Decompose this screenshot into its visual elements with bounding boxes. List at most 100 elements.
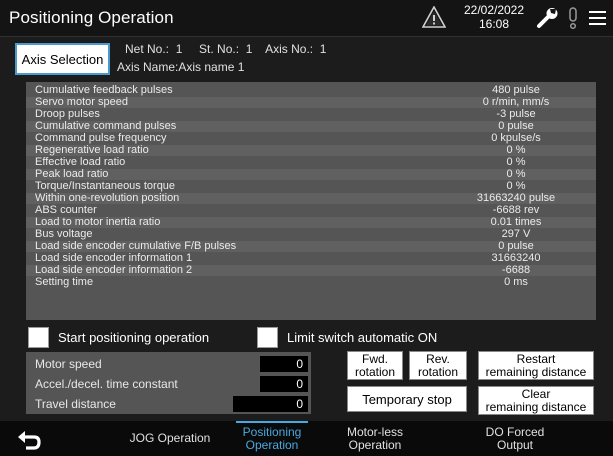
monitor-row: Load side encoder information 2 -6688 <box>26 265 596 276</box>
monitor-value: 0.01 times <box>490 216 542 228</box>
monitor-row: Regenerative load ratio 0 % <box>26 145 596 156</box>
monitor-row: Servo motor speed 0 r/min, mm/s <box>26 97 596 108</box>
alarm-icon[interactable] <box>566 6 580 30</box>
travel-row: Travel distance 0 <box>26 394 311 414</box>
monitor-value: -3 pulse <box>496 108 536 120</box>
monitor-row: Effective load ratio 0 % <box>26 157 596 168</box>
bottom-nav: JOG Operation Positioning Operation Moto… <box>0 421 613 456</box>
monitor-label: Load side encoder information 1 <box>35 252 193 264</box>
monitor-value: -6688 <box>501 264 531 276</box>
fwd-rotation-button[interactable]: Fwd. rotation <box>347 351 403 380</box>
clear-line1: Clear <box>521 386 551 401</box>
monitor-row: Command pulse frequency 0 kpulse/s <box>26 133 596 144</box>
monitor-value: 0 pulse <box>498 240 534 252</box>
limit-switch-checkbox[interactable] <box>257 327 278 348</box>
monitor-label: Droop pulses <box>35 108 100 120</box>
monitor-value: -6688 rev <box>492 204 540 216</box>
temporary-stop-button[interactable]: Temporary stop <box>347 386 467 412</box>
monitor-label: Command pulse frequency <box>35 132 167 144</box>
st-no-value: 1 <box>245 42 253 56</box>
monitor-value: 0 ms <box>504 276 528 288</box>
monitor-row: ABS counter -6688 rev <box>26 205 596 216</box>
axis-name-label: Axis Name: <box>117 60 179 74</box>
monitor-row: Droop pulses -3 pulse <box>26 109 596 120</box>
fwd-line1: Fwd. <box>361 351 388 366</box>
monitor-value: 297 V <box>501 228 531 240</box>
monitor-row: Cumulative command pulses 0 pulse <box>26 121 596 132</box>
monitor-value: 0 r/min, mm/s <box>482 96 550 108</box>
tab-motorless-line2: Operation <box>348 437 402 452</box>
monitor-label: Cumulative feedback pulses <box>35 84 173 96</box>
monitor-row: Bus voltage 297 V <box>26 229 596 240</box>
clear-line2: remaining distance <box>485 399 587 414</box>
monitor-label: Setting time <box>35 276 94 288</box>
monitor-label: Load to motor inertia ratio <box>35 216 161 228</box>
monitor-value: 0 % <box>506 156 526 168</box>
axis-name: Axis Name:Axis name 1 <box>117 60 244 74</box>
monitor-value: 0 % <box>506 144 526 156</box>
monitor-value: 31663240 <box>491 252 541 264</box>
travel-input[interactable]: 0 <box>233 396 308 412</box>
header-bar: Positioning Operation 22/02/2022 16:08 <box>0 0 613 37</box>
accel-row: Accel./decel. time constant 0 <box>26 374 311 394</box>
net-no-label: Net No.: <box>125 42 170 56</box>
restart-remaining-distance-button[interactable]: Restart remaining distance <box>478 351 594 380</box>
date-text: 22/02/2022 <box>463 3 525 17</box>
monitor-label: Load side encoder cumulative F/B pulses <box>35 240 237 252</box>
monitor-row: Cumulative feedback pulses 480 pulse <box>26 85 596 96</box>
warning-icon[interactable] <box>422 6 446 28</box>
axis-name-value: Axis name 1 <box>178 60 245 74</box>
monitor-value: 0 pulse <box>498 120 534 132</box>
tab-positioning-operation[interactable]: Positioning Operation <box>236 421 308 456</box>
monitor-label: Bus voltage <box>35 228 93 240</box>
monitor-value: 31663240 pulse <box>476 192 556 204</box>
axis-selection-button[interactable]: Axis Selection <box>15 43 110 75</box>
monitor-row: Load to motor inertia ratio 0.01 times <box>26 217 596 228</box>
restart-line1: Restart <box>516 351 556 366</box>
start-positioning-label: Start positioning operation <box>58 330 210 345</box>
monitor-panel: Cumulative feedback pulses 480 pulse Serv… <box>26 82 596 320</box>
limit-switch-label: Limit switch automatic ON <box>287 330 438 345</box>
tab-do-forced-line2: Output <box>496 437 534 452</box>
monitor-row: Setting time 0 ms <box>26 277 596 288</box>
rev-line1: Rev. <box>426 351 450 366</box>
menu-icon[interactable] <box>588 9 607 27</box>
monitor-row: Peak load ratio 0 % <box>26 169 596 180</box>
motor-speed-input[interactable]: 0 <box>260 356 308 372</box>
fwd-line2: rotation <box>354 364 396 379</box>
monitor-label: Peak load ratio <box>35 168 109 180</box>
tab-do-forced-output[interactable]: DO Forced Output <box>470 421 560 456</box>
monitor-label: Regenerative load ratio <box>35 144 149 156</box>
clear-remaining-distance-button[interactable]: Clear remaining distance <box>478 386 594 415</box>
back-icon[interactable] <box>16 427 42 451</box>
restart-line2: remaining distance <box>485 364 587 379</box>
monitor-row: Torque/Instantaneous torque 0 % <box>26 181 596 192</box>
motor-speed-row: Motor speed 0 <box>26 354 311 374</box>
monitor-label: Torque/Instantaneous torque <box>35 180 176 192</box>
rev-rotation-button[interactable]: Rev. rotation <box>409 351 467 380</box>
monitor-value: 0 % <box>506 180 526 192</box>
tab-motorless-operation[interactable]: Motor-less Operation <box>330 421 420 456</box>
monitor-value: 0 kpulse/s <box>491 132 541 144</box>
start-positioning-checkbox[interactable] <box>28 327 49 348</box>
accel-label: Accel./decel. time constant <box>35 377 178 391</box>
st-no-label: St. No.: <box>199 42 240 56</box>
monitor-row: Within one-revolution position 31663240 p… <box>26 193 596 204</box>
net-no-value: 1 <box>175 42 183 56</box>
tab-jog-label: JOG Operation <box>129 431 211 445</box>
monitor-label: Cumulative command pulses <box>35 120 177 132</box>
monitor-label: Load side encoder information 2 <box>35 264 193 276</box>
motor-speed-label: Motor speed <box>35 357 102 371</box>
axis-numbers: Net No.: 1 St. No.: 1 Axis No.: 1 <box>125 42 326 56</box>
monitor-label: Servo motor speed <box>35 96 128 108</box>
tab-do-forced-line1: DO Forced <box>485 424 545 439</box>
axis-no-label: Axis No.: <box>265 42 314 56</box>
tab-jog-operation[interactable]: JOG Operation <box>110 421 230 456</box>
accel-input[interactable]: 0 <box>260 376 308 392</box>
wrench-icon[interactable] <box>535 6 561 30</box>
monitor-value: 0 % <box>506 168 526 180</box>
monitor-row: Load side encoder information 1 31663240 <box>26 253 596 264</box>
time-text: 16:08 <box>478 17 510 31</box>
tab-motorless-line1: Motor-less <box>346 424 403 439</box>
datetime: 22/02/2022 16:08 <box>458 3 530 31</box>
